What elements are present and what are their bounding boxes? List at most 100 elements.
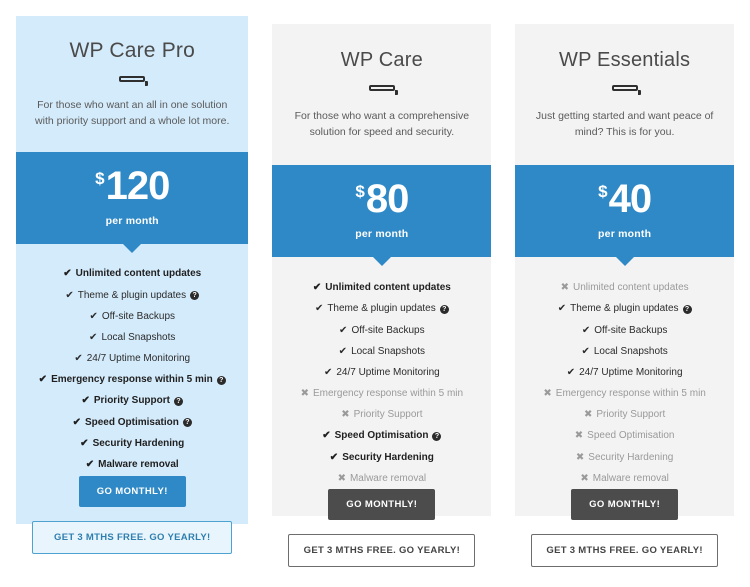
feature-label: Theme & plugin updates [77, 289, 187, 301]
cross-icon: ✖ [300, 388, 309, 400]
cross-icon: ✖ [575, 451, 585, 463]
feature-item: ✔ Security Hardening [22, 433, 242, 454]
feature-label: Emergency response within 5 min [555, 388, 706, 400]
feature-label: Security Hardening [588, 451, 674, 463]
feature-item: ✖ Security Hardening [521, 447, 728, 468]
currency-symbol: $ [355, 181, 365, 201]
info-icon[interactable]: ? [182, 418, 192, 428]
feature-item: ✖ Unlimited content updates [521, 278, 728, 299]
feature-item: ✔ Theme & plugin updates? [278, 299, 485, 320]
feature-label: Security Hardening [342, 451, 434, 463]
feature-item: ✖ Malware removal [278, 468, 485, 489]
feature-label: Unlimited content updates [573, 282, 689, 294]
pricing-card-wp-essentials: WP Essentials Just getting started and w… [515, 24, 735, 568]
plan-tagline: For those who want a comprehensive solut… [294, 110, 470, 139]
info-icon[interactable]: ? [216, 375, 226, 385]
currency-symbol: $ [95, 168, 105, 188]
cross-icon: ✖ [337, 472, 346, 484]
go-yearly-button[interactable]: GET 3 MTHS FREE. GO YEARLY! [288, 534, 476, 568]
feature-item: ✔ Theme & plugin updates? [521, 299, 728, 320]
plan-tagline: Just getting started and want peace of m… [535, 110, 714, 139]
feature-label: Off-site Backups [101, 310, 176, 322]
feature-label: Off-site Backups [351, 324, 425, 336]
feature-item: ✔ Emergency response within 5 min? [22, 370, 242, 391]
check-icon: ✔ [339, 324, 348, 336]
billing-period: per month [598, 227, 652, 240]
check-icon: ✔ [74, 353, 83, 365]
battery-low-icon [611, 85, 641, 95]
feature-label: Emergency response within 5 min [313, 388, 464, 400]
feature-label: Unlimited content updates [325, 282, 451, 294]
battery-half-icon [368, 85, 398, 95]
price-band: $80 per month [272, 164, 492, 257]
feature-item: ✔ Unlimited content updates [22, 264, 242, 285]
feature-item: ✔ 24/7 Uptime Monitoring [278, 362, 485, 383]
check-icon: ✔ [566, 366, 576, 378]
go-monthly-button[interactable]: GO MONTHLY! [571, 489, 679, 521]
check-icon: ✔ [63, 268, 72, 280]
go-monthly-button[interactable]: GO MONTHLY! [328, 489, 436, 521]
feature-item: ✖ Emergency response within 5 min [521, 383, 728, 404]
check-icon: ✔ [89, 331, 98, 343]
info-icon[interactable]: ? [432, 431, 442, 441]
card-actions: GO MONTHLY! GET 3 MTHS FREE. GO YEARLY! [272, 489, 491, 587]
cross-icon: ✖ [580, 472, 589, 484]
go-yearly-button[interactable]: GET 3 MTHS FREE. GO YEARLY! [531, 534, 719, 568]
feature-list: ✔ Unlimited content updates ✔ Theme & plug… [272, 257, 491, 490]
info-icon[interactable]: ? [190, 291, 200, 300]
card-actions: GO MONTHLY! GET 3 MTHS FREE. GO YEARLY! [515, 489, 734, 587]
price-line: $120 [16, 166, 248, 206]
plan-name: WP Care [340, 49, 423, 71]
feature-label: Off-site Backups [594, 324, 668, 336]
price-line: $40 [515, 179, 734, 219]
price-amount: 40 [608, 176, 652, 221]
feature-item: ✔ Unlimited content updates [278, 278, 485, 299]
feature-label: Emergency response within 5 min [51, 374, 213, 386]
check-icon: ✔ [581, 324, 591, 336]
check-icon: ✔ [314, 303, 324, 315]
pricing-table: WP Care Pro For those who want an all in… [0, 0, 750, 568]
info-icon[interactable]: ? [173, 396, 183, 406]
feature-label: Theme & plugin updates [327, 303, 436, 315]
price-line: $80 [272, 179, 491, 219]
plan-name: WP Care Pro [69, 39, 195, 62]
feature-label: Priority Support [93, 395, 170, 407]
feature-label: Security Hardening [92, 437, 185, 449]
feature-label: Malware removal [349, 472, 427, 484]
check-icon: ✔ [338, 345, 348, 357]
check-icon: ✔ [581, 345, 590, 357]
check-icon: ✔ [38, 374, 48, 386]
info-icon[interactable]: ? [439, 304, 449, 314]
feature-label: 24/7 Uptime Monitoring [86, 353, 191, 365]
feature-item: ✔ Off-site Backups [278, 320, 485, 341]
feature-list: ✖ Unlimited content updates ✔ Theme & plug… [515, 257, 734, 490]
check-icon: ✔ [85, 459, 95, 470]
plan-name: WP Essentials [559, 49, 691, 71]
feature-label: Speed Optimisation [334, 430, 429, 442]
feature-label: Local Snapshots [101, 331, 176, 343]
feature-label: Speed Optimisation [587, 430, 675, 442]
feature-label: Priority Support [596, 409, 666, 421]
feature-list: ✔ Unlimited content updates ✔ Theme & plug… [16, 244, 248, 476]
feature-item: ✖ Malware removal [521, 468, 728, 489]
price-band: $40 per month [515, 164, 735, 257]
check-icon: ✔ [65, 289, 74, 301]
feature-label: Priority Support [353, 409, 423, 421]
feature-label: Local Snapshots [593, 345, 668, 357]
price-amount: 120 [105, 163, 171, 208]
battery-full-icon [119, 76, 149, 87]
plan-tagline: For those who want an all in one solutio… [35, 99, 230, 128]
price-amount: 80 [365, 176, 409, 221]
feature-item: ✖ Speed Optimisation [521, 426, 728, 447]
feature-label: Theme & plugin updates [570, 303, 679, 315]
feature-label: Speed Optimisation [84, 416, 179, 428]
info-icon[interactable]: ? [682, 304, 692, 314]
feature-item: ✔ Local Snapshots [22, 327, 242, 348]
pricing-card-wp-care: WP Care For those who want a comprehensi… [272, 24, 492, 568]
feature-label: Malware removal [98, 459, 179, 470]
go-yearly-button[interactable]: GET 3 MTHS FREE. GO YEARLY! [32, 520, 233, 554]
billing-period: per month [355, 227, 409, 240]
feature-item: ✔ Malware removal [22, 454, 242, 475]
check-icon: ✔ [80, 437, 89, 449]
go-monthly-button[interactable]: GO MONTHLY! [78, 475, 186, 507]
